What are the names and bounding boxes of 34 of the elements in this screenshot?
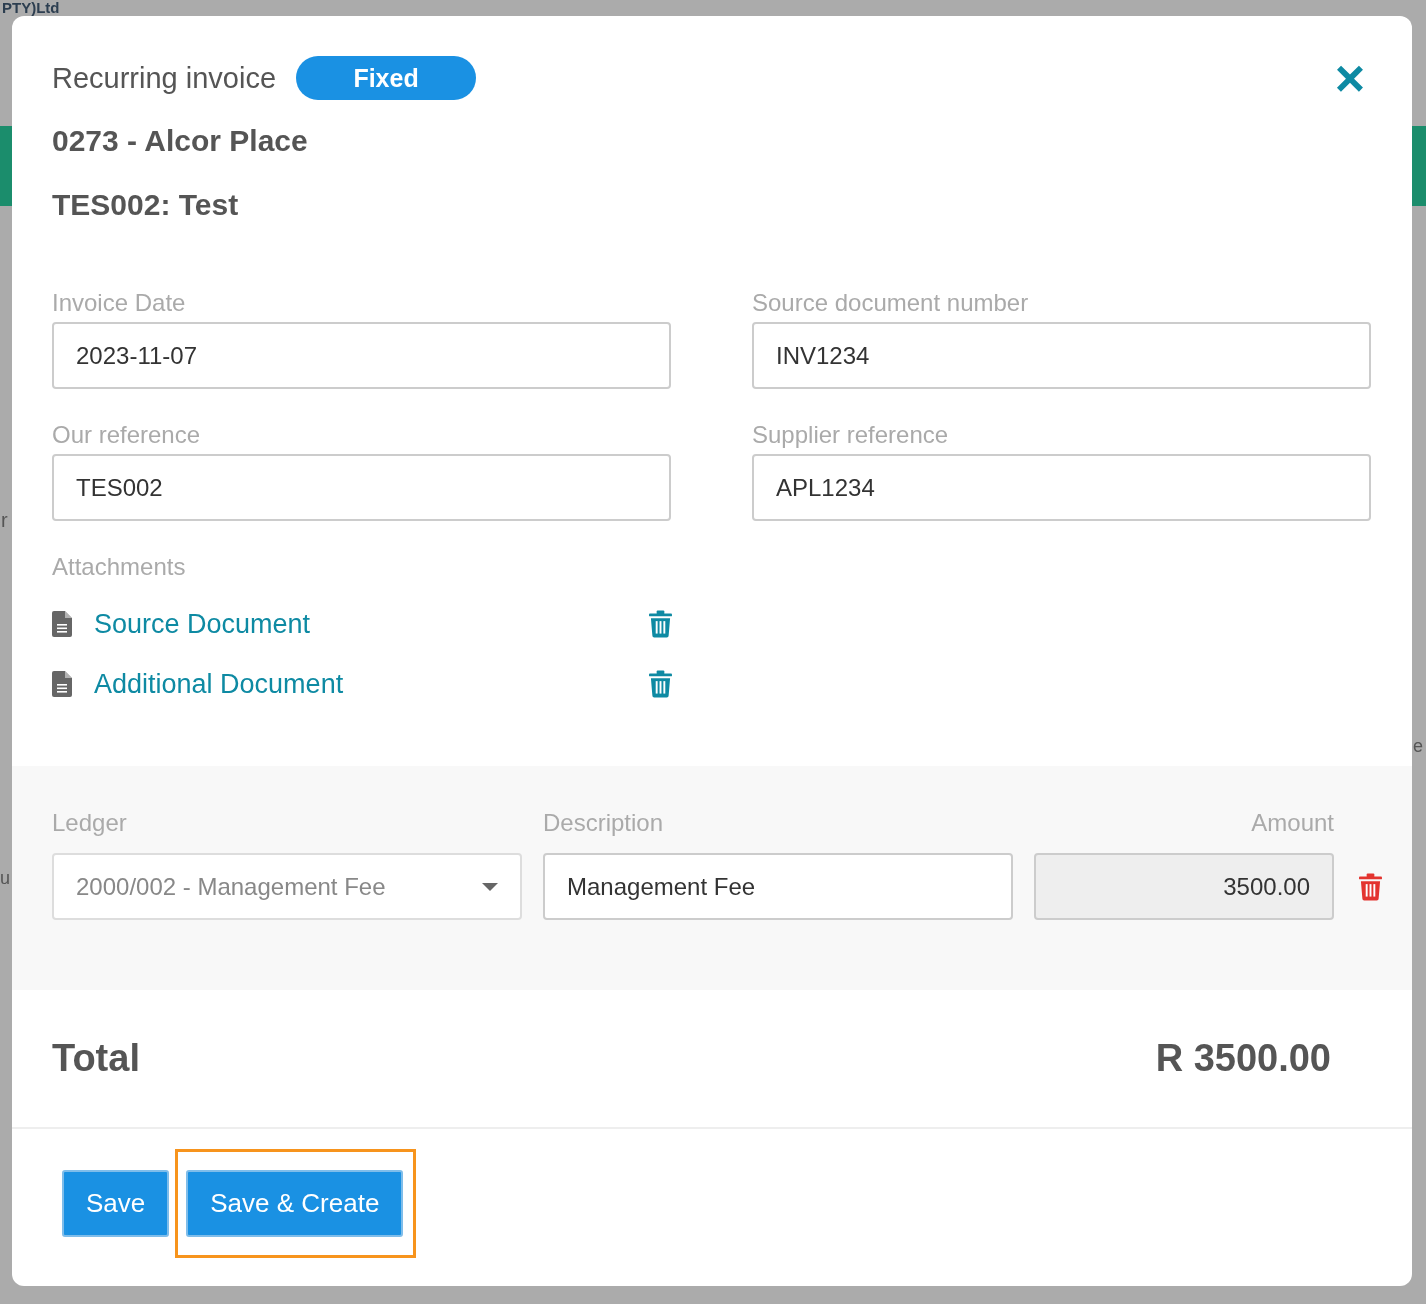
caret-icon bbox=[482, 882, 498, 891]
file-icon bbox=[52, 611, 72, 637]
type-badge: Fixed bbox=[296, 56, 477, 100]
background-text: u bbox=[0, 868, 10, 890]
field-label: Source document number bbox=[752, 288, 1030, 318]
input-field[interactable]: TES002 bbox=[52, 454, 671, 521]
background-text: e bbox=[1413, 736, 1423, 758]
input-field[interactable]: APL1234 bbox=[752, 454, 1371, 521]
field-label: Invoice Date bbox=[52, 288, 187, 318]
total-label: Total bbox=[52, 1037, 140, 1080]
attachments-label: Attachments bbox=[52, 552, 187, 582]
field-label: Supplier reference bbox=[752, 420, 950, 450]
description-field[interactable]: Management Fee bbox=[543, 853, 1013, 920]
delete-icon[interactable] bbox=[649, 670, 672, 698]
input-field[interactable]: INV1234 bbox=[752, 322, 1371, 389]
field-label: Our reference bbox=[52, 420, 202, 450]
column-label: Amount bbox=[1250, 808, 1334, 838]
input-field[interactable]: 2023-11-07 bbox=[52, 322, 671, 389]
amount-field[interactable]: 3500.00 bbox=[1034, 853, 1334, 920]
file-icon bbox=[52, 671, 72, 697]
close-button[interactable]: × bbox=[1334, 56, 1365, 100]
attachment-link[interactable]: Additional Document bbox=[94, 668, 344, 700]
column-label: Ledger bbox=[52, 808, 128, 838]
ledger-select[interactable]: 2000/002 - Management Fee bbox=[52, 853, 522, 920]
dialog-title: Recurring invoice bbox=[52, 61, 277, 95]
property-heading: 0273 - Alcor Place bbox=[52, 123, 309, 159]
column-label: Description bbox=[543, 808, 665, 838]
total-amount: R 3500.00 bbox=[1155, 1037, 1331, 1080]
tenant-heading: TES002: Test bbox=[52, 187, 240, 223]
delete-icon[interactable] bbox=[1359, 872, 1382, 901]
delete-icon[interactable] bbox=[649, 610, 672, 638]
attachment-link[interactable]: Source Document bbox=[94, 608, 311, 640]
background-text: r bbox=[1, 508, 8, 532]
background-text: PTY)Ltd bbox=[2, 0, 60, 15]
